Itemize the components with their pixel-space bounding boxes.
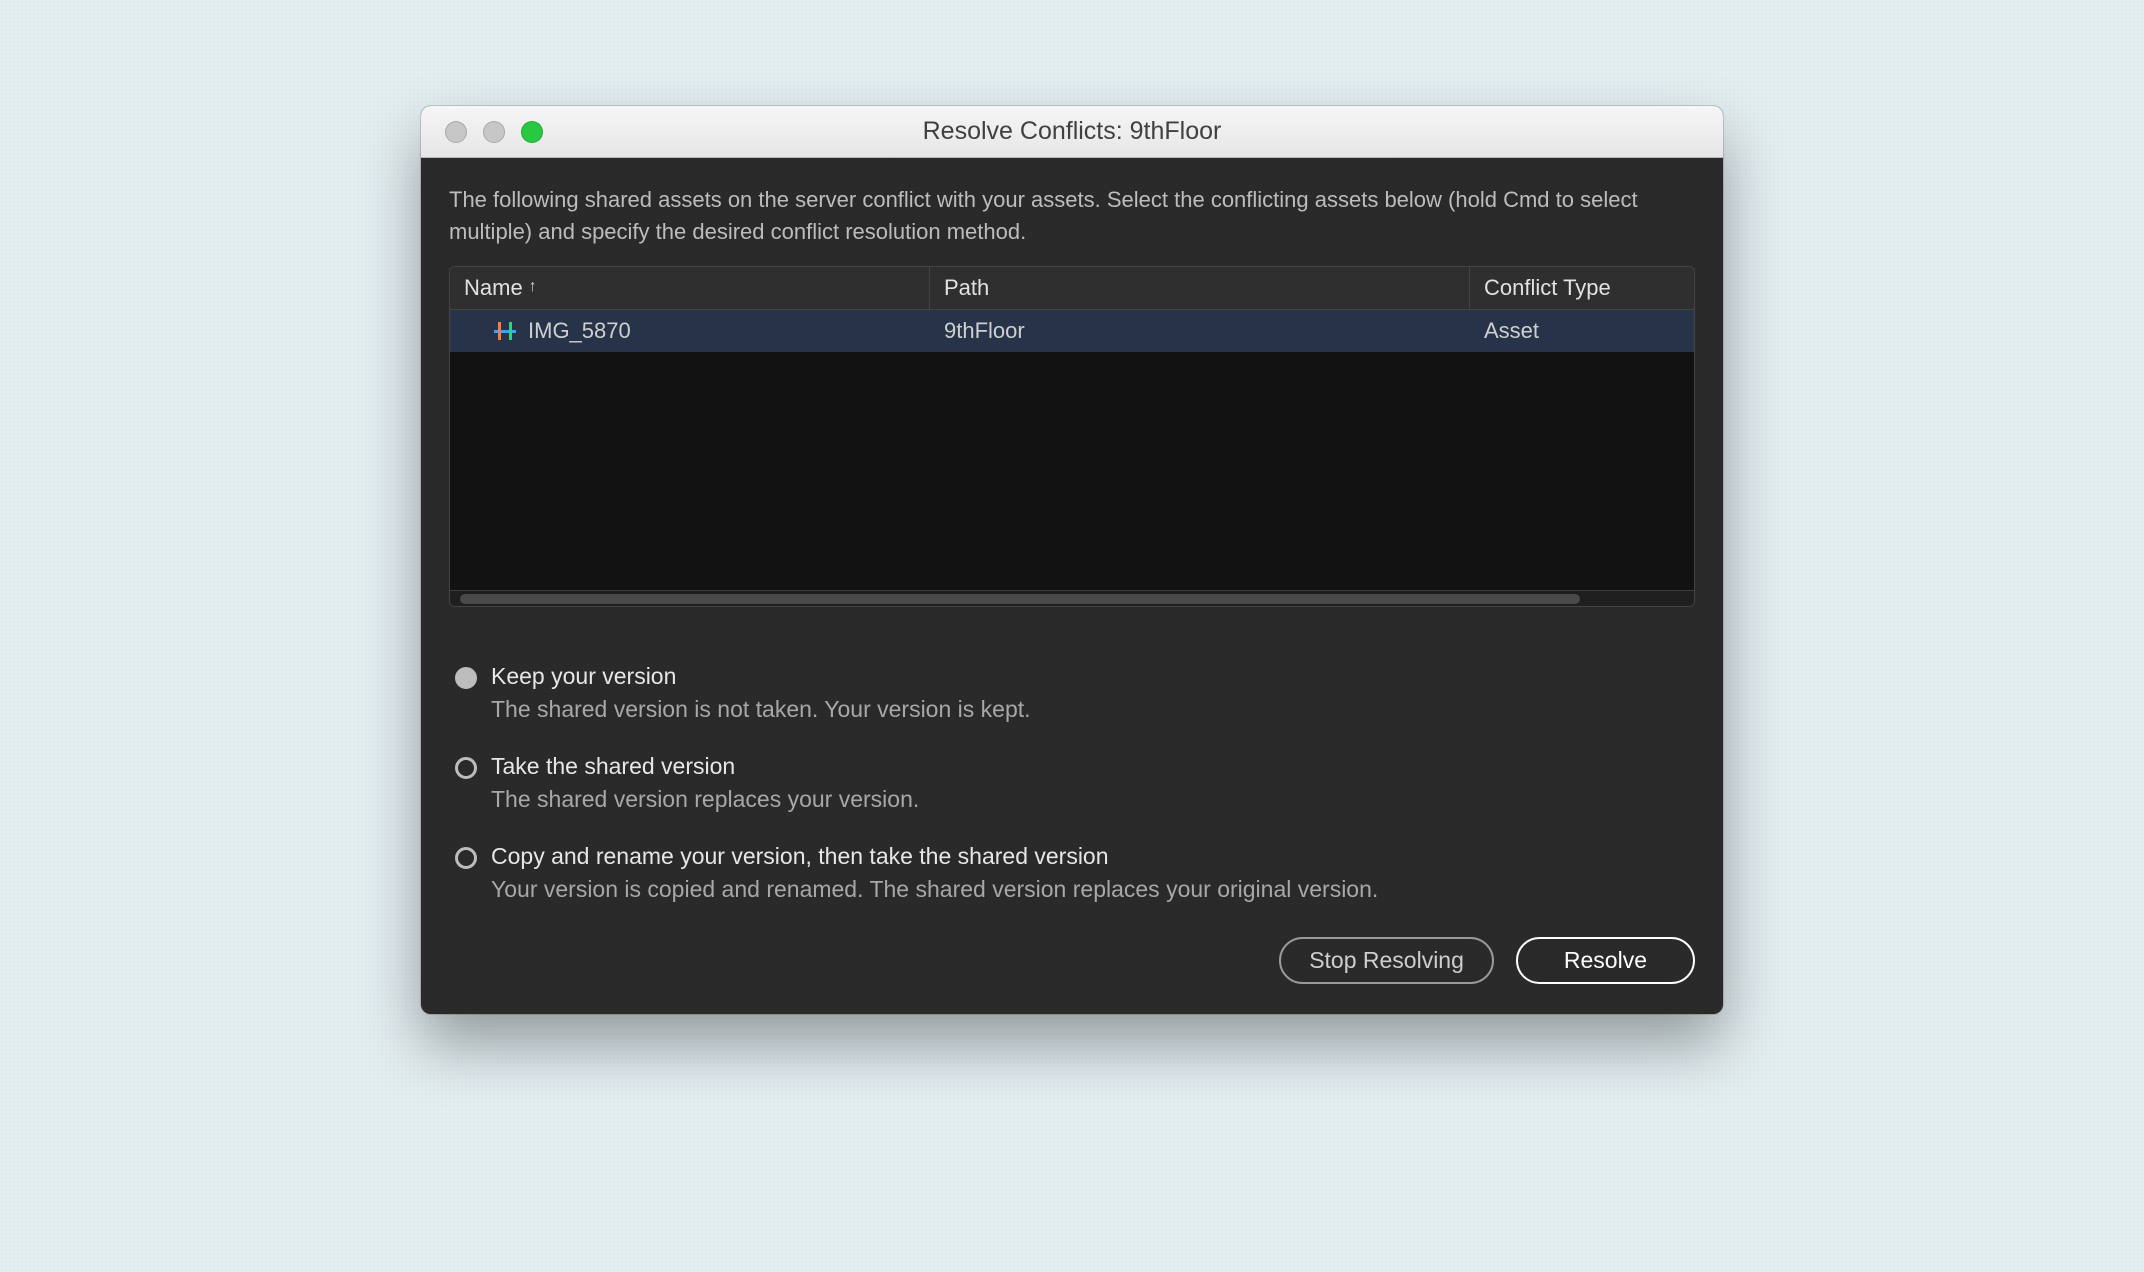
scrollbar-thumb[interactable]: [460, 594, 1580, 604]
cell-name: IMG_5870: [450, 318, 930, 344]
column-header-path[interactable]: Path: [930, 267, 1470, 309]
titlebar: Resolve Conflicts: 9thFloor: [421, 106, 1723, 158]
option-copy-rename[interactable]: Copy and rename your version, then take …: [455, 843, 1695, 903]
resolve-conflicts-dialog: Resolve Conflicts: 9thFloor The followin…: [421, 106, 1723, 1014]
radio-icon: [455, 847, 477, 869]
column-header-label: Path: [944, 275, 989, 301]
option-take-shared-version[interactable]: Take the shared version The shared versi…: [455, 753, 1695, 813]
window-close-button[interactable]: [445, 121, 467, 143]
instructions-text: The following shared assets on the serve…: [449, 184, 1695, 248]
horizontal-scrollbar[interactable]: [450, 590, 1694, 606]
radio-icon: [455, 757, 477, 779]
cell-path: 9thFloor: [930, 318, 1470, 344]
conflicts-table: Name ↑ Path Conflict Type IMG_5870: [449, 266, 1695, 607]
column-header-conflict-type[interactable]: Conflict Type: [1470, 267, 1694, 309]
sort-ascending-icon: ↑: [529, 278, 537, 296]
option-description: The shared version is not taken. Your ve…: [491, 696, 1031, 723]
cell-conflict-type-text: Asset: [1484, 318, 1539, 344]
column-header-name[interactable]: Name ↑: [450, 267, 930, 309]
option-keep-your-version[interactable]: Keep your version The shared version is …: [455, 663, 1695, 723]
table-header: Name ↑ Path Conflict Type: [450, 267, 1694, 310]
stop-resolving-button[interactable]: Stop Resolving: [1279, 937, 1494, 984]
column-header-label: Name: [464, 275, 523, 301]
window-minimize-button[interactable]: [483, 121, 505, 143]
column-header-label: Conflict Type: [1484, 275, 1611, 301]
dialog-body: The following shared assets on the serve…: [421, 158, 1723, 1014]
option-label: Take the shared version: [491, 753, 919, 780]
table-row[interactable]: IMG_5870 9thFloor Asset: [450, 310, 1694, 352]
table-body[interactable]: IMG_5870 9thFloor Asset: [450, 310, 1694, 590]
resolve-button[interactable]: Resolve: [1516, 937, 1695, 984]
option-description: The shared version replaces your version…: [491, 786, 919, 813]
window-controls: [421, 121, 543, 143]
option-label: Keep your version: [491, 663, 1031, 690]
resolution-options: Keep your version The shared version is …: [449, 663, 1695, 903]
cell-name-text: IMG_5870: [528, 318, 631, 344]
window-title: Resolve Conflicts: 9thFloor: [421, 117, 1723, 146]
dialog-buttons: Stop Resolving Resolve: [449, 937, 1695, 984]
option-label: Copy and rename your version, then take …: [491, 843, 1378, 870]
radio-icon: [455, 667, 477, 689]
window-zoom-button[interactable]: [521, 121, 543, 143]
cell-conflict-type: Asset: [1470, 318, 1694, 344]
cell-path-text: 9thFloor: [944, 318, 1025, 344]
option-description: Your version is copied and renamed. The …: [491, 876, 1378, 903]
asset-icon: [494, 322, 516, 340]
